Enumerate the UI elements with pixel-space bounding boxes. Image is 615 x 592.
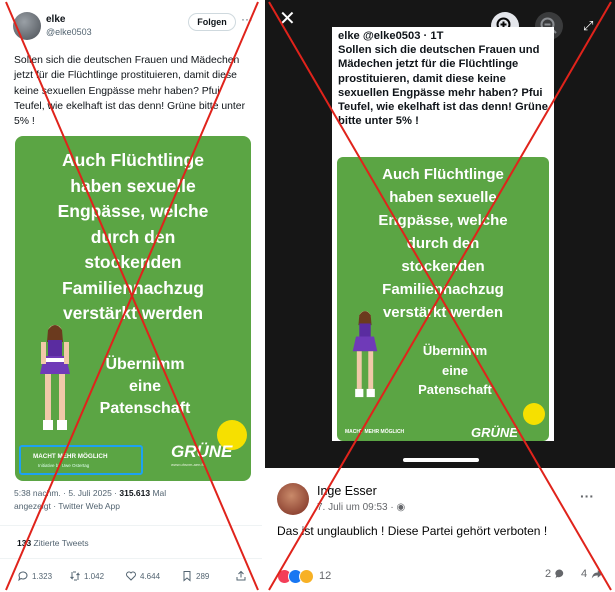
tweet-source: angezeigt · Twitter Web App <box>14 501 120 511</box>
retweet-button[interactable]: 1.042 <box>69 570 104 582</box>
reply-button[interactable]: 1.323 <box>17 570 52 582</box>
shares-link[interactable]: 4 <box>581 568 604 580</box>
wow-reaction-icon <box>299 568 314 584</box>
headline-line: durch den <box>406 235 480 252</box>
tweet-panel: elke @elke0503 Folgen ··· Sollen sich di… <box>0 0 262 592</box>
subline-line: Patenschaft <box>99 400 191 417</box>
poster-headline: Auch Flüchtlinge haben sexuelle Engpässe… <box>337 163 549 324</box>
poster-subline: Übernimm eine Patenschaft <box>55 354 235 420</box>
subline-line: Patenschaft <box>418 382 492 397</box>
bookmark-count: 289 <box>196 571 210 581</box>
brand-logo: GRÜNE <box>171 442 233 461</box>
headline-line: Engpässe, welche <box>57 201 209 221</box>
retweet-icon <box>70 571 80 581</box>
post-author[interactable]: Inge Esser <box>317 484 377 498</box>
headline-line: stockenden <box>84 252 182 272</box>
headline-line: Auch Flüchtlinge <box>62 150 204 170</box>
headline-line: haben sexuelle <box>70 175 196 196</box>
view-count: 315.613 <box>119 488 151 498</box>
post-time[interactable]: 7. Juli um 09:53 · ◉ <box>317 502 405 513</box>
screenshot-text: elke @elke0503 · 1T Sollen sich die deut… <box>338 29 550 128</box>
poster-subline: Übernimm eine Patenschaft <box>375 341 535 400</box>
screenshot-body: Sollen sich die deutschen Frauen und Mäd… <box>338 44 548 128</box>
comment-icon <box>555 569 564 579</box>
headline-line: Familiennachzug <box>382 281 504 298</box>
subline-line: Übernimm <box>105 356 185 373</box>
share-button[interactable] <box>235 570 247 582</box>
tweet-image[interactable]: Auch Flüchtlinge haben sexuelle Engpässe… <box>15 136 251 481</box>
user-name[interactable]: elke <box>46 14 65 25</box>
headline-line: Familiennachzug <box>62 277 204 298</box>
divider <box>0 525 262 526</box>
quote-tweets-link[interactable]: 133 Zitierte Tweets <box>17 538 89 548</box>
bookmark-icon <box>183 571 191 582</box>
subline-line: eine <box>128 378 161 395</box>
post-time-text: 7. Juli um 09:53 · <box>317 502 397 513</box>
sunflower-logo-icon <box>523 403 545 425</box>
tweet-meta: 5:38 nachm. · 5. Juli 2025 · 315.613 Mal… <box>14 487 254 513</box>
heart-icon <box>126 571 136 581</box>
poster-slogan: MACHT MEHR MÖGLICH <box>345 429 405 435</box>
headline-line: haben sexuelle <box>389 189 497 206</box>
post-text: Das ist unglaublich ! Diese Partei gehör… <box>277 524 548 538</box>
share-arrow-icon <box>591 570 603 579</box>
reply-icon <box>18 571 28 582</box>
reaction-count: 12 <box>319 570 332 582</box>
poster-slogan-credit: Initiative by Uwe Ostertag <box>38 463 90 468</box>
avatar[interactable] <box>277 483 309 515</box>
screenshot-image[interactable]: elke @elke0503 · 1T Sollen sich die deut… <box>332 27 554 441</box>
subline-line: Übernimm <box>422 343 488 358</box>
fullscreen-icon[interactable]: ⤢ <box>583 18 593 34</box>
tweet-time[interactable]: 5:38 nachm. · 5. Juli 2025 · <box>14 488 119 498</box>
highlight-box <box>19 445 143 475</box>
scroll-indicator[interactable] <box>403 458 479 462</box>
facebook-panel: ✕ ⤢ elke @elke0503 · 1T Sollen sich die … <box>265 0 615 592</box>
like-button[interactable]: 4.644 <box>125 570 160 582</box>
reply-count: 1.323 <box>32 571 53 581</box>
screenshot-header: elke @elke0503 · 1T <box>338 30 444 42</box>
poster-slogan: MACHT MEHR MÖGLICH <box>33 453 108 460</box>
more-options-button[interactable]: ··· <box>580 488 594 504</box>
tweet-actions: 1.323 1.042 4.644 289 <box>17 570 257 584</box>
comments-link[interactable]: 2 <box>545 568 566 580</box>
divider <box>0 558 262 559</box>
avatar[interactable] <box>13 12 41 40</box>
headline-line: Engpässe, welche <box>378 212 508 229</box>
screenshot-poster: Auch Flüchtlinge haben sexuelle Engpässe… <box>337 157 549 441</box>
tweet-text: Sollen sich die deutschen Frauen und Mäd… <box>14 55 246 128</box>
more-options-button[interactable]: ··· <box>241 12 253 26</box>
quote-count: 133 <box>17 538 32 548</box>
headline-line: stockenden <box>401 258 485 275</box>
share-icon <box>236 570 246 581</box>
bookmark-button[interactable]: 289 <box>181 570 209 582</box>
like-count: 4.644 <box>140 571 161 581</box>
retweet-count: 1.042 <box>84 571 105 581</box>
quote-label: Zitierte Tweets <box>31 538 89 548</box>
brand-url: www.uhsvm-aen.fr <box>171 462 204 467</box>
poster-headline: Auch Flüchtlinge haben sexuelle Engpässe… <box>15 148 251 327</box>
brand-logo: GRÜNE <box>471 425 518 440</box>
share-count: 4 <box>581 568 588 580</box>
comment-count: 2 <box>545 568 552 580</box>
follow-button[interactable]: Folgen <box>188 13 236 31</box>
headline-line: Auch Flüchtlinge <box>382 166 504 183</box>
user-handle[interactable]: @elke0503 <box>46 27 92 37</box>
subline-line: eine <box>441 362 468 378</box>
globe-icon: ◉ <box>396 502 406 513</box>
view-label: Mal <box>150 488 167 498</box>
close-button[interactable]: ✕ <box>279 6 296 31</box>
image-viewer: ✕ ⤢ elke @elke0503 · 1T Sollen sich die … <box>265 0 615 468</box>
headline-line: durch den <box>90 226 176 247</box>
reactions-summary[interactable]: 12 <box>277 568 331 584</box>
